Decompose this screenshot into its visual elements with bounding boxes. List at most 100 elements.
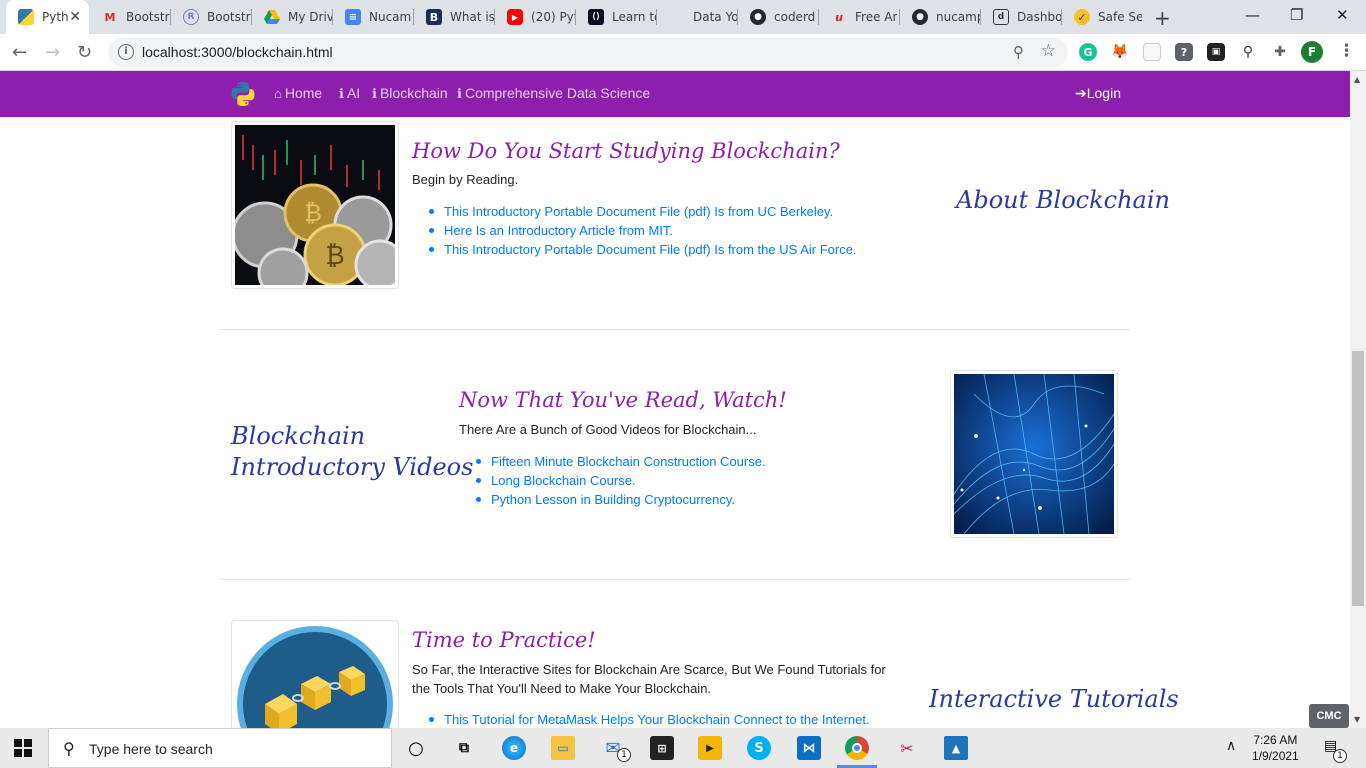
blockchain-network-image: [950, 370, 1118, 538]
tab-youtube[interactable]: ▶ (20) Pyt: [495, 0, 575, 34]
side-heading: Interactive Tutorials: [929, 685, 1179, 713]
forward-icon[interactable]: →: [45, 42, 60, 63]
tab-data-yo[interactable]: Data Yo: [657, 0, 737, 34]
scrollbar-thumb[interactable]: [1352, 351, 1364, 606]
google-drive-icon: [264, 9, 280, 25]
udemy-icon: u: [835, 10, 843, 24]
close-tab-icon[interactable]: ✕: [69, 9, 81, 25]
scroll-down-arrow-icon[interactable]: ▼: [1354, 715, 1360, 724]
reading-links-list: This Introductory Portable Document File…: [412, 202, 857, 259]
browser-toolbar: ← → ↻ i localhost:3000/blockchain.html ⚲…: [0, 34, 1366, 71]
cmc-badge[interactable]: CMC: [1309, 704, 1349, 728]
air-force-pdf-link[interactable]: This Introductory Portable Document File…: [412, 240, 857, 259]
fifteen-minute-course-link[interactable]: Fifteen Minute Blockchain Construction C…: [459, 452, 766, 471]
check-icon: ✓: [1074, 9, 1090, 25]
restore-icon[interactable]: ❐: [1290, 6, 1303, 24]
reload-icon[interactable]: ↻: [77, 42, 92, 63]
tutorial-links-list: This Tutorial for MetaMask Helps Your Bl…: [412, 710, 870, 728]
search-extension-icon[interactable]: ⚲: [1239, 43, 1257, 61]
bookmark-star-icon[interactable]: ☆: [1041, 41, 1056, 61]
store-icon[interactable]: ⊞: [650, 736, 674, 760]
file-explorer-icon[interactable]: ▭: [551, 736, 575, 760]
dashboard-icon: d: [993, 9, 1009, 25]
snipping-tool-icon[interactable]: ✂: [895, 736, 919, 760]
svg-text:₿: ₿: [304, 199, 322, 227]
info-icon: ℹ: [372, 86, 377, 101]
notifications-badge: 1: [1333, 749, 1347, 763]
section-title: Now That You've Read, Watch!: [459, 388, 787, 412]
section-divider: [220, 579, 1131, 580]
extensions-puzzle-icon[interactable]: ✚: [1271, 43, 1289, 61]
github-icon: ●: [912, 9, 928, 25]
taskbar-search-box[interactable]: ⚲ Type here to search: [48, 728, 392, 768]
python-icon: [18, 9, 34, 25]
tab-free-art[interactable]: u Free Ar: [819, 0, 899, 34]
scroll-up-arrow-icon[interactable]: ▲: [1354, 75, 1360, 84]
new-tab-icon[interactable]: +: [1154, 6, 1171, 30]
berkeley-pdf-link[interactable]: This Introductory Portable Document File…: [412, 202, 857, 221]
taskbar-clock[interactable]: 7:26 AM 1/9/2021: [1252, 732, 1299, 764]
tab-safe-search[interactable]: ✓ Safe Se: [1062, 0, 1142, 34]
grammarly-icon[interactable]: G: [1079, 43, 1097, 61]
close-window-icon[interactable]: ✕: [1336, 6, 1349, 24]
address-bar[interactable]: i localhost:3000/blockchain.html ⚲ ☆: [108, 38, 1068, 67]
zoom-icon[interactable]: ⚲: [1013, 43, 1024, 61]
skype-icon[interactable]: S: [747, 736, 771, 760]
python-cryptocurrency-link[interactable]: Python Lesson in Building Cryptocurrency…: [459, 490, 766, 509]
chained-blocks-picture: [235, 624, 395, 728]
nav-data-science-link[interactable]: ℹ Comprehensive Data Science: [457, 85, 650, 102]
long-course-link[interactable]: Long Blockchain Course.: [459, 471, 766, 490]
search-icon: ⚲: [63, 739, 75, 758]
tab-bootstrap-gmail[interactable]: M Bootstr: [90, 0, 170, 34]
tab-nucamp-doc[interactable]: ≡ Nucam: [333, 0, 413, 34]
windows-start-icon[interactable]: [14, 739, 32, 757]
help-icon[interactable]: ?: [1175, 43, 1193, 61]
learn-icon: ⟨⟩: [588, 9, 604, 25]
chrome-icon[interactable]: [845, 736, 869, 760]
gmail-icon: M: [104, 10, 116, 24]
section-title: How Do You Start Studying Blockchain?: [412, 139, 840, 163]
tab-my-drive[interactable]: My Driv: [252, 0, 332, 34]
tab-coderd[interactable]: ● coderd: [738, 0, 818, 34]
tab-nucamp-github[interactable]: ● nucamp: [900, 0, 980, 34]
blank-icon: [669, 9, 685, 25]
media-player-icon[interactable]: ▶: [698, 736, 722, 760]
tab-what-is[interactable]: B What is: [414, 0, 494, 34]
crypto-coins-image: ₿ ₿: [231, 121, 399, 289]
show-hidden-icons-chevron-icon[interactable]: ∧: [1226, 738, 1236, 754]
section-intro: Begin by Reading.: [412, 172, 519, 187]
profile-avatar[interactable]: F: [1301, 41, 1323, 63]
menu-kebab-icon[interactable]: ⋮: [1338, 41, 1355, 61]
site-navbar: ⌂ Home ℹ AI ℹ Blockchain ℹ Comprehensive Dat…: [0, 71, 1350, 117]
extension-blank-icon[interactable]: [1143, 43, 1161, 61]
extension-dark-icon[interactable]: ▣: [1207, 43, 1225, 61]
back-icon[interactable]: ←: [12, 42, 27, 63]
nav-home-link[interactable]: ⌂ Home: [274, 85, 322, 101]
mail-badge: 1: [617, 748, 631, 762]
network-wireframe-picture: [953, 373, 1115, 535]
minimize-icon[interactable]: —: [1245, 6, 1260, 24]
metamask-icon[interactable]: 🦊: [1111, 43, 1129, 61]
python-logo-icon[interactable]: [230, 81, 256, 107]
photos-icon[interactable]: ▲: [944, 736, 968, 760]
tab-bootstrap-reactstrap[interactable]: R Bootstr: [171, 0, 251, 34]
url-text[interactable]: localhost:3000/blockchain.html: [142, 44, 333, 60]
page-scrollbar[interactable]: ▲ ▼: [1350, 71, 1366, 728]
task-view-icon[interactable]: ⧉: [452, 736, 476, 760]
video-links-list: Fifteen Minute Blockchain Construction C…: [459, 452, 766, 509]
tab-dashboard[interactable]: d Dashbo: [981, 0, 1061, 34]
vscode-icon[interactable]: ⋈: [797, 736, 821, 760]
info-icon[interactable]: i: [118, 44, 134, 60]
browser-tab-bar: Pyth ✕ M Bootstr R Bootstr My Driv ≡ Nuc…: [0, 0, 1366, 34]
edge-icon[interactable]: e: [502, 736, 526, 760]
metamask-tutorial-link[interactable]: This Tutorial for MetaMask Helps Your Bl…: [412, 710, 870, 728]
crypto-coins-picture: ₿ ₿: [232, 125, 398, 288]
info-icon: ℹ: [457, 86, 462, 101]
login-link[interactable]: ➔Login: [1075, 85, 1121, 102]
nav-ai-link[interactable]: ℹ AI: [339, 85, 360, 102]
tab-python[interactable]: Pyth ✕: [6, 0, 89, 34]
mit-article-link[interactable]: Here Is an Introductory Article from MIT…: [412, 221, 857, 240]
cortana-icon[interactable]: ○: [404, 736, 428, 760]
nav-blockchain-link[interactable]: ℹ Blockchain: [372, 85, 448, 102]
tab-learn-to[interactable]: ⟨⟩ Learn to: [576, 0, 656, 34]
